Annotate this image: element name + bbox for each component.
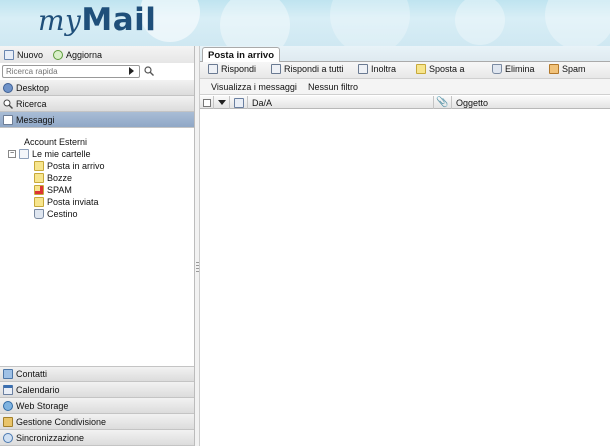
move-icon — [416, 64, 426, 74]
message-list[interactable] — [200, 109, 610, 446]
delete-button[interactable]: Elimina — [492, 64, 535, 74]
folder-drafts[interactable]: Bozze — [34, 172, 72, 184]
mailbox-icon — [19, 149, 29, 159]
nav-contacts[interactable]: Contatti — [0, 366, 194, 382]
nav-desktop[interactable]: Desktop — [0, 80, 194, 96]
nav-sync[interactable]: Sincronizzazione — [0, 430, 194, 446]
forward-button[interactable]: Inoltra — [358, 64, 396, 74]
sync-icon — [3, 432, 13, 443]
sidebar-toolbar: Nuovo Aggiorna — [0, 46, 194, 63]
filter-bar: Visualizza i messaggi Nessun filtro — [200, 79, 610, 95]
folder-spam[interactable]: SPAM — [34, 184, 72, 196]
app-logo: myMail — [38, 2, 157, 38]
header-decoration — [455, 0, 505, 45]
attachment-column[interactable]: 📎 — [434, 96, 452, 109]
tab-inbox[interactable]: Posta in arrivo — [202, 47, 280, 63]
chevron-down-icon — [217, 100, 226, 105]
header-decoration — [545, 0, 610, 46]
nav-calendar[interactable]: Calendario — [0, 382, 194, 398]
folder-trash[interactable]: Cestino — [34, 208, 78, 220]
spam-button[interactable]: Spam — [549, 64, 586, 74]
update-button[interactable]: Aggiorna — [53, 49, 102, 60]
reply-all-icon — [271, 64, 281, 74]
nav-messages[interactable]: Messaggi — [0, 112, 194, 128]
message-status-icon — [233, 97, 244, 108]
reply-icon — [208, 64, 218, 74]
external-accounts[interactable]: Account Esterni — [24, 136, 87, 148]
quick-search-input[interactable] — [2, 65, 140, 78]
refresh-icon — [53, 49, 64, 60]
nav-sharing[interactable]: Gestione Condivisione — [0, 414, 194, 430]
message-toolbar: Rispondi Rispondi a tutti Inoltra Sposta… — [200, 62, 610, 79]
magnifier-icon — [3, 99, 13, 109]
header-decoration — [330, 0, 410, 46]
nav-web-storage[interactable]: Web Storage — [0, 398, 194, 414]
folder-inbox[interactable]: Posta in arrivo — [34, 160, 105, 172]
sent-icon — [34, 197, 44, 207]
sort-dropdown[interactable] — [214, 96, 230, 109]
search-icon[interactable] — [144, 66, 154, 76]
app-header: myMail — [0, 0, 610, 46]
my-folders[interactable]: − Le mie cartelle — [8, 148, 91, 160]
globe-icon — [3, 400, 13, 411]
reply-button[interactable]: Rispondi — [208, 64, 256, 74]
message-list-header: Da/A 📎 Oggetto — [200, 96, 610, 109]
header-decoration — [220, 0, 290, 46]
nav-search[interactable]: Ricerca — [0, 96, 194, 112]
new-message-icon — [4, 49, 14, 60]
move-button[interactable]: Sposta a — [416, 64, 465, 74]
trash-icon — [34, 209, 44, 219]
tab-strip: Posta in arrivo — [200, 46, 610, 63]
sidebar: Nuovo Aggiorna Desktop Ricerca Messaggi … — [0, 46, 195, 446]
inbox-icon — [34, 161, 44, 171]
folder-sent[interactable]: Posta inviata — [34, 196, 99, 208]
filter-menu[interactable]: Nessun filtro — [308, 82, 358, 92]
spam-icon — [549, 64, 559, 74]
envelope-icon — [3, 114, 13, 125]
status-column[interactable] — [230, 96, 248, 109]
contacts-icon — [3, 369, 13, 379]
trash-icon — [492, 64, 502, 74]
select-all-checkbox[interactable] — [200, 96, 214, 109]
reply-all-button[interactable]: Rispondi a tutti — [271, 64, 344, 74]
from-column-header[interactable]: Da/A — [248, 96, 434, 109]
subject-column-header[interactable]: Oggetto — [452, 96, 610, 109]
pencil-icon — [34, 173, 44, 183]
sharing-icon — [3, 416, 13, 427]
desktop-icon — [3, 82, 13, 93]
new-button[interactable]: Nuovo — [4, 49, 43, 60]
calendar-icon — [3, 384, 13, 395]
splitter-grip-icon[interactable] — [196, 262, 199, 272]
search-arrow-icon[interactable] — [129, 67, 134, 75]
paperclip-icon: 📎 — [436, 97, 449, 108]
collapse-icon[interactable]: − — [8, 150, 16, 158]
forward-icon — [358, 64, 368, 74]
spam-icon — [34, 185, 44, 195]
view-messages-menu[interactable]: Visualizza i messaggi — [211, 82, 297, 92]
